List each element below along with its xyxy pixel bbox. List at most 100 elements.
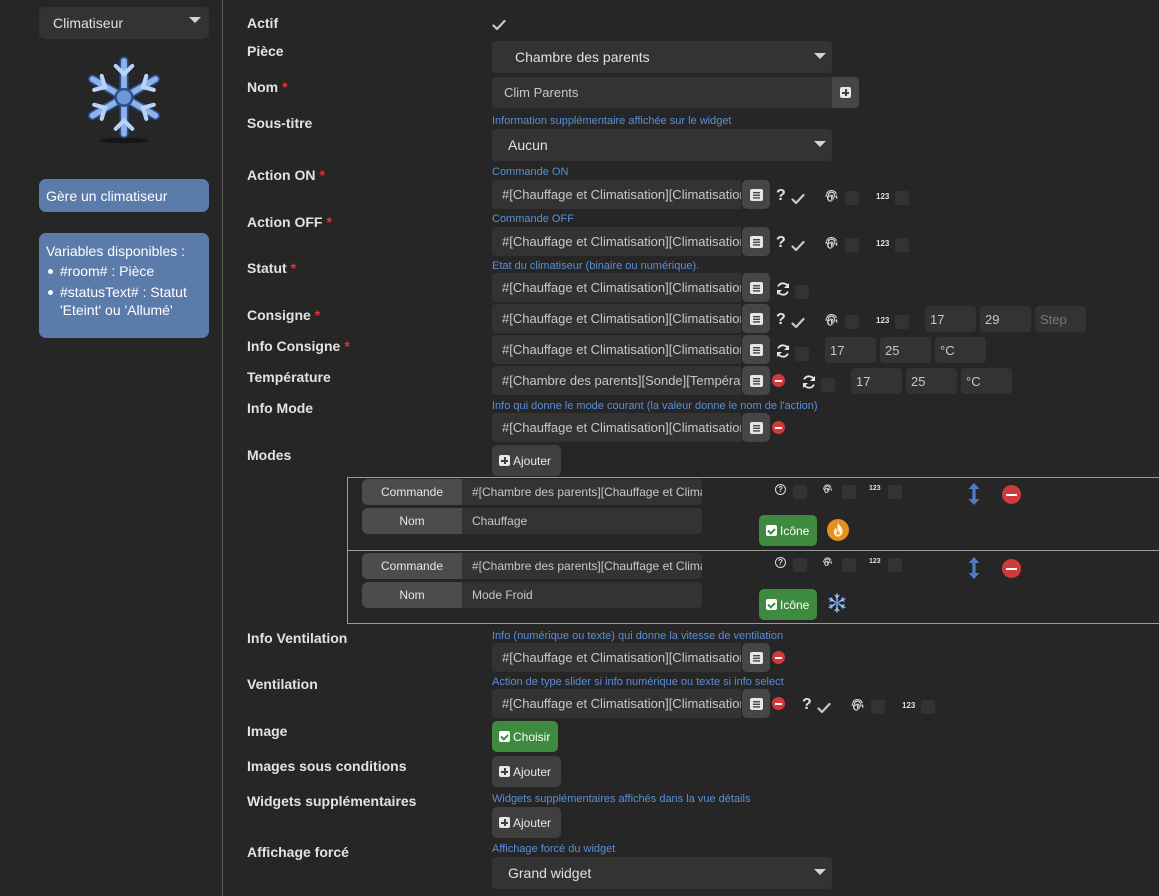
required-marker: * xyxy=(290,260,297,276)
action-on-confirm-checkbox[interactable] xyxy=(791,193,805,205)
snowflake-icon xyxy=(80,53,168,144)
affichage-force-value: Grand widget xyxy=(508,865,592,881)
mode-name-input[interactable]: Chauffage xyxy=(462,508,702,534)
question-icon: ? xyxy=(775,484,786,495)
statut-list-button[interactable] xyxy=(742,273,770,302)
variables-box: Variables disponibles : #room# : Pièce #… xyxy=(39,233,209,338)
ventilation-help: Action de type slider si info numérique … xyxy=(492,676,784,688)
list-icon xyxy=(750,344,763,356)
mode-name-input[interactable]: Mode Froid xyxy=(462,582,702,608)
variable-item: #room# : Pièce xyxy=(46,262,202,280)
temperature-list-button[interactable] xyxy=(742,366,770,395)
statut-invert-checkbox[interactable] xyxy=(795,285,809,299)
consigne-pin-checkbox[interactable] xyxy=(895,315,909,329)
widgets-supp-add-button[interactable]: Ajouter xyxy=(492,807,561,838)
temperature-invert-checkbox[interactable] xyxy=(821,378,835,392)
temperature-max-input[interactable]: 25 xyxy=(906,368,957,394)
action-on-pin-checkbox[interactable] xyxy=(895,191,909,205)
mode-command-label: Commande xyxy=(362,479,462,505)
consigne-max-input[interactable]: 29 xyxy=(980,306,1031,332)
info-mode-help: Info qui donne le mode courant (la valeu… xyxy=(492,400,818,412)
info-consigne-max-input[interactable]: 25 xyxy=(880,337,931,363)
mode-icon-button[interactable]: Icône xyxy=(759,589,817,620)
consigne-fingerprint-checkbox[interactable] xyxy=(845,315,859,329)
nom-icon-button[interactable] xyxy=(832,77,859,108)
info-consigne-input[interactable]: #[Chauffage et Climatisation][Climatisat… xyxy=(492,335,741,364)
consigne-confirm-checkbox[interactable] xyxy=(791,317,805,329)
temperature-remove-icon[interactable] xyxy=(772,374,785,387)
ventilation-confirm-checkbox[interactable] xyxy=(817,702,831,714)
list-icon xyxy=(750,189,763,201)
ventilation-pin-checkbox[interactable] xyxy=(921,700,935,714)
mode-confirm-checkbox[interactable] xyxy=(793,558,807,572)
info-consigne-min-input[interactable]: 17 xyxy=(825,337,876,363)
consigne-list-button[interactable] xyxy=(742,304,770,333)
nom-label: Nom * xyxy=(247,79,288,95)
info-ventilation-list-button[interactable] xyxy=(742,643,770,672)
mode-command-input[interactable]: #[Chambre des parents][Chauffage et Clim… xyxy=(462,553,702,579)
numbers-icon: 123 xyxy=(876,239,890,248)
image-choose-label: Choisir xyxy=(513,729,551,744)
image-choose-button[interactable]: Choisir xyxy=(492,721,558,752)
action-on-input[interactable]: #[Chauffage et Climatisation][Climatisat… xyxy=(492,180,741,209)
info-mode-list-button[interactable] xyxy=(742,413,770,442)
mode-fingerprint-checkbox[interactable] xyxy=(842,558,856,572)
action-off-list-button[interactable] xyxy=(742,227,770,256)
consigne-step-input[interactable]: Step xyxy=(1035,306,1086,332)
action-on-list-button[interactable] xyxy=(742,180,770,209)
mode-command-input[interactable]: #[Chambre des parents][Chauffage et Clim… xyxy=(462,479,702,505)
mode-confirm-checkbox[interactable] xyxy=(793,485,807,499)
required-marker: * xyxy=(282,79,288,95)
action-off-fingerprint-checkbox[interactable] xyxy=(845,238,859,252)
mode-pin-checkbox[interactable] xyxy=(888,558,902,572)
fingerprint-icon xyxy=(824,235,839,250)
mode-delete-button[interactable] xyxy=(1002,559,1021,578)
action-off-confirm-checkbox[interactable] xyxy=(791,240,805,252)
statut-input[interactable]: #[Chauffage et Climatisation][Climatisat… xyxy=(492,273,741,302)
action-on-fingerprint-checkbox[interactable] xyxy=(845,191,859,205)
numbers-icon: 123 xyxy=(869,485,881,492)
temperature-min-input[interactable]: 17 xyxy=(851,368,902,394)
info-mode-remove-icon[interactable] xyxy=(772,421,785,434)
temperature-unit-input[interactable]: °C xyxy=(961,368,1012,394)
nom-input[interactable]: Clim Parents xyxy=(492,77,832,108)
ventilation-input[interactable]: #[Chauffage et Climatisation][Climatisat… xyxy=(492,689,741,718)
action-off-label: Action OFF * xyxy=(247,214,332,230)
mode-delete-button[interactable] xyxy=(1002,485,1021,504)
info-consigne-list-button[interactable] xyxy=(742,335,770,364)
mode-fingerprint-checkbox[interactable] xyxy=(842,485,856,499)
info-ventilation-input[interactable]: #[Chauffage et Climatisation][Climatisat… xyxy=(492,643,741,672)
images-conditions-add-label: Ajouter xyxy=(513,764,552,779)
plus-icon xyxy=(499,455,510,466)
action-off-input[interactable]: #[Chauffage et Climatisation][Climatisat… xyxy=(492,227,741,256)
modes-add-button[interactable]: Ajouter xyxy=(492,445,561,476)
chevron-down-icon xyxy=(814,53,826,59)
ventilation-fingerprint-checkbox[interactable] xyxy=(871,700,885,714)
mode-pin-checkbox[interactable] xyxy=(888,485,902,499)
affichage-force-select[interactable]: Grand widget xyxy=(492,857,832,889)
mode-item: Commande #[Chambre des parents][Chauffag… xyxy=(347,477,1159,551)
info-ventilation-remove-icon[interactable] xyxy=(772,651,785,664)
ventilation-list-button[interactable] xyxy=(742,689,770,718)
actif-checkbox[interactable] xyxy=(492,19,506,31)
sous-titre-value: Aucun xyxy=(508,137,548,153)
mode-icon-button[interactable]: Icône xyxy=(759,515,817,546)
piece-select[interactable]: Chambre des parents xyxy=(492,41,832,73)
info-ventilation-help: Info (numérique ou texte) qui donne la v… xyxy=(492,630,784,642)
widget-type-select[interactable]: Climatiseur xyxy=(39,7,209,39)
info-mode-input[interactable]: #[Chauffage et Climatisation][Climatisat… xyxy=(492,413,741,442)
images-conditions-add-button[interactable]: Ajouter xyxy=(492,756,561,787)
question-icon: ? xyxy=(775,557,786,568)
sous-titre-select[interactable]: Aucun xyxy=(492,129,832,161)
action-off-pin-checkbox[interactable] xyxy=(895,238,909,252)
ventilation-remove-icon[interactable] xyxy=(772,697,785,710)
mode-icon-button-label: Icône xyxy=(780,597,810,612)
reorder-arrows-icon[interactable] xyxy=(968,483,980,505)
consigne-input[interactable]: #[Chauffage et Climatisation][Climatisat… xyxy=(492,304,741,333)
reorder-arrows-icon[interactable] xyxy=(968,557,980,579)
widgets-supp-label: Widgets supplémentaires xyxy=(247,793,417,809)
info-consigne-invert-checkbox[interactable] xyxy=(795,347,809,361)
info-consigne-unit-input[interactable]: °C xyxy=(935,337,986,363)
consigne-min-input[interactable]: 17 xyxy=(925,306,976,332)
temperature-input[interactable]: #[Chambre des parents][Sonde][Températur… xyxy=(492,366,741,395)
